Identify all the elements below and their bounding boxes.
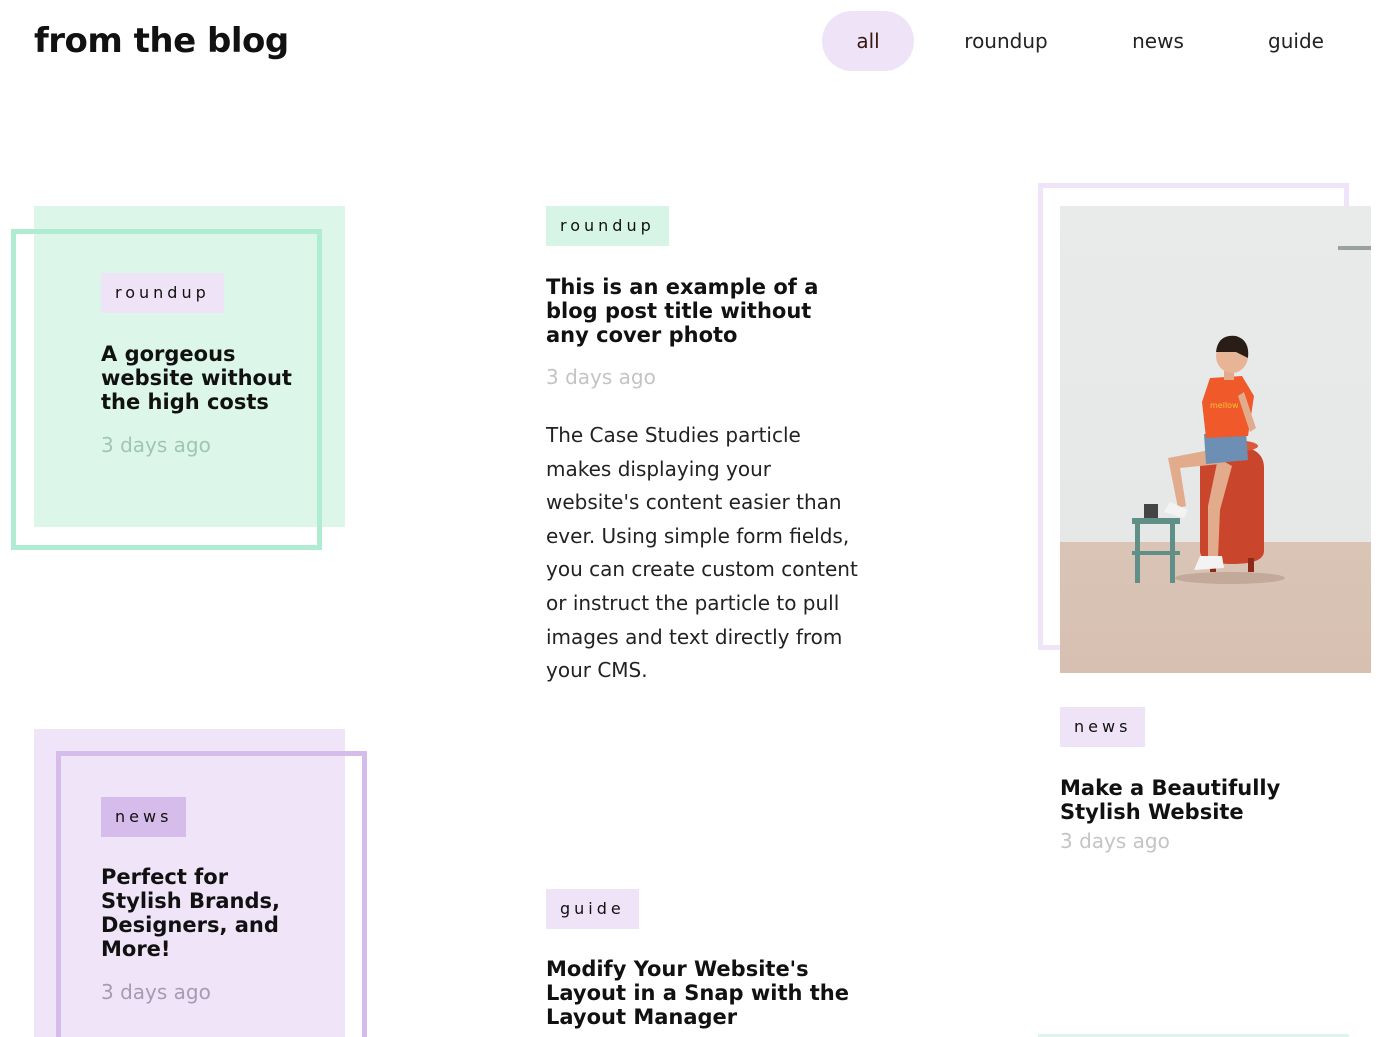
post-tag[interactable]: news (1060, 707, 1146, 747)
post-title[interactable]: Modify Your Website's Layout in a Snap w… (546, 957, 866, 1029)
page-title: from the blog (34, 21, 289, 61)
post-date: 3 days ago (101, 980, 211, 1004)
post-title[interactable]: This is an example of a blog post title … (546, 275, 856, 347)
filter-roundup[interactable]: roundup (940, 11, 1072, 71)
post-tag[interactable]: roundup (101, 273, 224, 313)
post-date: 3 days ago (101, 433, 211, 457)
filter-all[interactable]: all (822, 11, 914, 71)
blog-page: from the blog all roundup news guide rou… (0, 0, 1400, 1037)
post-excerpt: The Case Studies particle makes displayi… (546, 423, 858, 683)
filter-guide[interactable]: guide (1244, 11, 1348, 71)
woman-sitting-on-red-tank-photo: mellow (1132, 246, 1371, 584)
post-cover-image[interactable]: mellow (1060, 206, 1371, 673)
post-date: 3 days ago (1060, 829, 1170, 853)
post-title[interactable]: Make a Beautifully Stylish Website (1060, 776, 1360, 824)
post-tag[interactable]: guide (546, 889, 639, 929)
post-date: 3 days ago (546, 365, 656, 389)
post-title[interactable]: A gorgeous website without the high cost… (101, 342, 301, 414)
svg-text:mellow: mellow (1210, 401, 1239, 410)
post-tag[interactable]: roundup (546, 206, 669, 246)
filter-news[interactable]: news (1108, 11, 1208, 71)
post-tag[interactable]: news (101, 797, 187, 837)
post-title[interactable]: Perfect for Stylish Brands, Designers, a… (101, 865, 301, 961)
